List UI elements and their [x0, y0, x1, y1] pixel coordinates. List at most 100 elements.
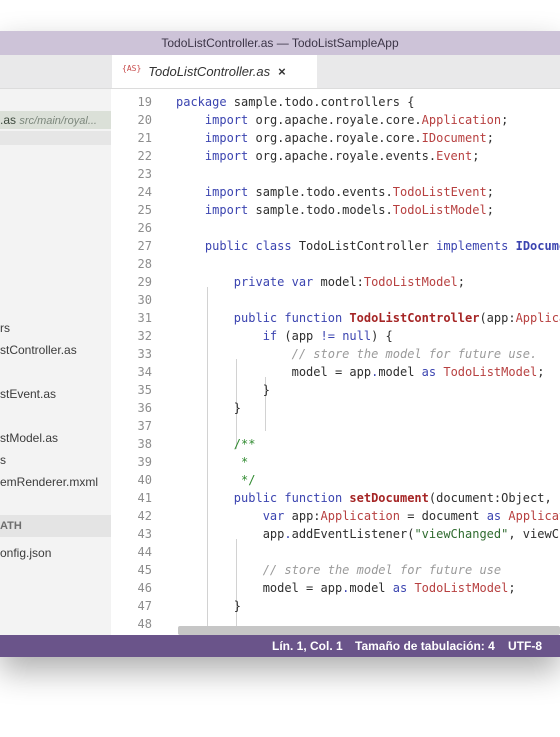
line-code: import org.apache.royale.events.Event; [204, 149, 480, 163]
line-number: 42 [137, 509, 152, 523]
tab-size[interactable]: Tamaño de tabulación: 4 [355, 635, 495, 657]
line-number: 39 [137, 455, 152, 469]
line-number: 30 [137, 293, 152, 307]
line-number: 21 [137, 131, 152, 145]
code-line[interactable]: 21 import org.apache.royale.core.IDocume… [111, 129, 560, 147]
code-line[interactable]: 42 var app:Application = document as App… [111, 507, 560, 525]
line-code: // store the model for future use. [291, 347, 538, 361]
cursor-position[interactable]: Lín. 1, Col. 1 [272, 635, 343, 657]
line-code: import sample.todo.events.TodoListEvent; [204, 185, 494, 199]
code-line[interactable]: 38 /** [111, 435, 560, 453]
line-code: package sample.todo.controllers { [176, 95, 415, 109]
explorer-item[interactable]: stController.as [0, 343, 77, 357]
tab-label: TodoListController.as [148, 64, 271, 79]
line-number: 31 [137, 311, 152, 325]
line-number: 48 [137, 617, 152, 631]
line-number: 27 [137, 239, 152, 253]
code-line[interactable]: 25 import sample.todo.models.TodoListMod… [111, 201, 560, 219]
line-code: private var model:TodoListModel; [233, 275, 466, 289]
line-code: } [176, 383, 270, 397]
code-line[interactable]: 41 public function setDocument(document:… [111, 489, 560, 507]
line-code: if (app != null) { [262, 329, 393, 343]
code-line[interactable]: 29 private var model:TodoListModel; [111, 273, 560, 291]
line-code: */ [241, 473, 256, 487]
line-number: 22 [137, 149, 152, 163]
code-line[interactable]: 39 * [111, 453, 560, 471]
tab-todolistcontroller[interactable]: {AS} TodoListController.as × [112, 55, 317, 88]
line-number: 41 [137, 491, 152, 505]
line-number: 25 [137, 203, 152, 217]
line-number: 33 [137, 347, 152, 361]
line-number: 46 [137, 581, 152, 595]
line-code: import sample.todo.models.TodoListModel; [204, 203, 494, 217]
line-code: app.addEventListener("viewChanged", view… [176, 527, 559, 541]
explorer-item[interactable]: rs [0, 321, 10, 335]
line-code: /** [233, 437, 256, 451]
window-title: TodoListController.as — TodoListSampleAp… [0, 31, 560, 55]
explorer-selected-file[interactable]: .as src/main/royal... [0, 111, 111, 129]
line-code: } [176, 599, 242, 613]
code-line[interactable]: 20 import org.apache.royale.core.Applica… [111, 111, 560, 129]
line-code: public class TodoListController implemen… [204, 239, 560, 253]
code-line[interactable]: 27 public class TodoListController imple… [111, 237, 560, 255]
code-line[interactable]: 19 package sample.todo.controllers { [111, 93, 560, 111]
code-line[interactable]: 22 import org.apache.royale.events.Event… [111, 147, 560, 165]
sidebar-section-header[interactable]: ATH [0, 515, 111, 537]
line-number: 36 [137, 401, 152, 415]
explorer-sidebar: .as src/main/royal... rs stController.as… [0, 89, 111, 635]
explorer-item[interactable]: onfig.json [0, 546, 51, 560]
code-line[interactable]: 33 // store the model for future use. [111, 345, 560, 363]
code-line[interactable]: 31 public function TodoListController(ap… [111, 309, 560, 327]
code-line[interactable]: 26 [111, 219, 560, 237]
explorer-row-highlight [0, 131, 111, 145]
code-line[interactable]: 32 if (app != null) { [111, 327, 560, 345]
code-line[interactable]: 23 [111, 165, 560, 183]
code-line[interactable]: 24 import sample.todo.events.TodoListEve… [111, 183, 560, 201]
explorer-item[interactable]: s [0, 453, 6, 467]
line-number: 32 [137, 329, 152, 343]
line-number: 45 [137, 563, 152, 577]
line-number: 38 [137, 437, 152, 451]
encoding[interactable]: UTF-8 [508, 635, 542, 657]
explorer-item[interactable]: emRenderer.mxml [0, 475, 98, 489]
code-line[interactable]: 44 [111, 543, 560, 561]
line-number: 19 [137, 95, 152, 109]
explorer-item[interactable]: stEvent.as [0, 387, 56, 401]
code-line[interactable]: 47 } [111, 597, 560, 615]
actionscript-file-icon: {AS} [122, 64, 142, 73]
line-number: 24 [137, 185, 152, 199]
line-number: 23 [137, 167, 152, 181]
line-number: 34 [137, 365, 152, 379]
code-line[interactable]: 46 model = app.model as TodoListModel; [111, 579, 560, 597]
line-code: * [241, 455, 249, 469]
explorer-item[interactable]: stModel.as [0, 431, 58, 445]
line-number: 29 [137, 275, 152, 289]
line-code: model = app.model as TodoListModel; [176, 581, 516, 595]
code-line[interactable]: 45 // store the model for future use [111, 561, 560, 579]
line-code: import org.apache.royale.core.IDocument; [204, 131, 494, 145]
code-line[interactable]: 35 } [111, 381, 560, 399]
selected-file-path: src/main/royal... [19, 115, 97, 127]
status-bar: Lín. 1, Col. 1 Tamaño de tabulación: 4 U… [0, 635, 560, 657]
line-code: import org.apache.royale.core.Applicatio… [204, 113, 509, 127]
code-line[interactable]: 36 } [111, 399, 560, 417]
code-line[interactable]: 37 [111, 417, 560, 435]
code-line[interactable]: 43 app.addEventListener("viewChanged", v… [111, 525, 560, 543]
line-code: model = app.model as TodoListModel; [176, 365, 545, 379]
selected-file-name: .as [0, 113, 17, 127]
line-number: 37 [137, 419, 152, 433]
line-code: public function TodoListController(app:A… [233, 311, 560, 325]
code-line[interactable]: 40 */ [111, 471, 560, 489]
line-number: 20 [137, 113, 152, 127]
code-line[interactable]: 48 [111, 615, 560, 633]
line-code: // store the model for future use [262, 563, 502, 577]
code-line[interactable]: 34 model = app.model as TodoListModel; [111, 363, 560, 381]
code-editor[interactable]: 19 package sample.todo.controllers { 20 im… [111, 89, 560, 635]
line-number: 35 [137, 383, 152, 397]
line-code: public function setDocument(document:Obj… [233, 491, 559, 505]
code-line[interactable]: 28 [111, 255, 560, 273]
code-line[interactable]: 30 [111, 291, 560, 309]
line-number: 47 [137, 599, 152, 613]
close-icon[interactable]: × [278, 64, 286, 79]
line-number: 26 [137, 221, 152, 235]
